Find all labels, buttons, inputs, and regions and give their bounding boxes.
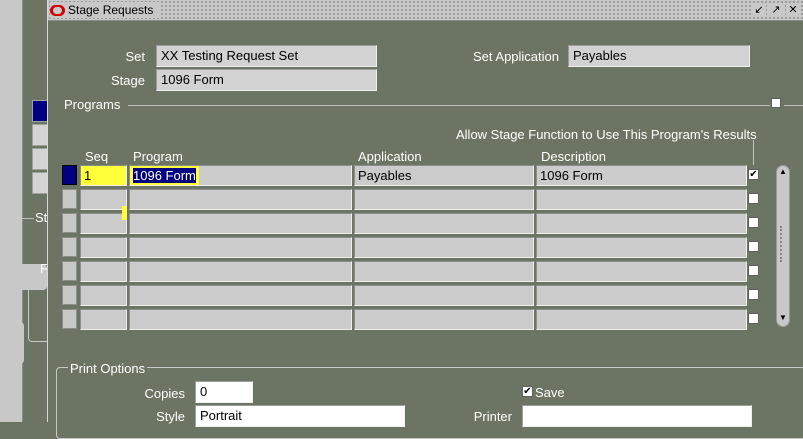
window-title: Stage Requests [68,3,154,17]
application-column-header: Application [358,149,422,164]
save-label: Save [535,385,565,400]
description-cell[interactable] [536,309,747,330]
description-cell[interactable]: 1096 Form [536,165,747,186]
application-cell[interactable] [354,237,534,258]
allow-column-connector [753,140,754,165]
set-field[interactable]: XX Testing Request Set [156,45,377,67]
row-selector[interactable] [62,261,77,281]
row-selector[interactable] [62,189,77,209]
background-stage-label: St [35,210,48,225]
minimize-icon[interactable]: ↙ [752,3,766,17]
scroll-up-icon[interactable]: ▲ [778,167,788,177]
set-application-field[interactable]: Payables [568,45,750,67]
application-cell[interactable] [354,261,534,282]
programs-divider-right [784,105,803,106]
set-application-label: Set Application [472,49,559,64]
program-cell[interactable] [129,261,352,282]
row-selector[interactable] [62,213,77,233]
program-cell[interactable] [129,189,352,210]
application-cell[interactable] [354,309,534,330]
allow-checkbox[interactable] [748,313,759,324]
background-divider [22,218,34,219]
allow-checkbox[interactable] [748,289,759,300]
allow-stage-function-label: Allow Stage Function to Use This Program… [456,127,757,142]
seq-cell[interactable] [80,261,127,282]
description-cell[interactable] [536,261,747,282]
allow-checkbox[interactable] [748,241,759,252]
description-cell[interactable] [536,285,747,306]
description-cell[interactable] [536,213,747,234]
allow-checkbox[interactable] [748,217,759,228]
programs-divider [128,105,770,106]
programs-section-label: Programs [64,97,121,112]
style-field[interactable]: Portrait [195,405,405,427]
row-selector[interactable] [62,165,77,185]
row-selector[interactable] [62,237,77,257]
application-cell[interactable] [354,213,534,234]
application-cell[interactable]: Payables [354,165,534,186]
print-options-frame [56,367,803,439]
program-cell[interactable] [129,213,352,234]
allow-checkbox[interactable] [748,265,759,276]
scroll-down-icon[interactable]: ▼ [778,313,788,323]
program-column-header: Program [133,149,183,164]
maximize-icon[interactable]: ↗ [769,3,783,17]
stage-requests-dialog: Stage Requests ↙ ↗ ✕ Set XX Testing Requ… [47,0,803,439]
print-options-label: Print Options [68,361,148,376]
application-cell[interactable] [354,189,534,210]
save-checkbox[interactable]: ✔ [522,386,533,397]
highlight-marker [122,206,127,220]
program-value: 1096 Form [133,168,196,183]
background-button[interactable] [2,322,24,364]
program-cell[interactable]: 1096 Form [129,165,352,186]
program-cell[interactable] [129,285,352,306]
description-column-header: Description [541,149,607,164]
close-icon[interactable]: ✕ [786,3,800,17]
program-cell[interactable] [129,237,352,258]
seq-value: 1 [84,168,92,183]
oracle-icon [50,4,65,16]
seq-cell[interactable] [80,237,127,258]
scroll-thumb-grip[interactable] [780,226,788,262]
copies-label: Copies [144,386,185,401]
application-cell[interactable] [354,285,534,306]
seq-column-header: Seq [85,149,109,164]
row-selector[interactable] [62,285,77,305]
title-label-wrap: Stage Requests [50,2,160,18]
allow-checkbox[interactable] [748,193,759,204]
stage-field[interactable]: 1096 Form [156,69,377,91]
stage-label: Stage [111,73,145,88]
row-selector[interactable] [62,309,77,329]
copies-field[interactable]: 0 [195,381,253,403]
description-cell[interactable] [536,189,747,210]
seq-cell[interactable]: 1 [80,165,127,186]
background-window: St F [0,0,60,422]
programs-expand-toggle[interactable] [771,98,781,108]
set-label: Set [125,49,145,64]
seq-cell[interactable] [80,189,127,210]
title-bar[interactable]: Stage Requests ↙ ↗ ✕ [48,0,803,21]
program-cell[interactable] [129,309,352,330]
printer-field[interactable] [522,405,752,427]
seq-cell[interactable] [80,309,127,330]
programs-scrollbar[interactable]: ▲ ▼ [776,165,790,327]
description-cell[interactable] [536,237,747,258]
allow-checkbox[interactable]: ✔ [748,169,759,180]
seq-cell[interactable] [80,285,127,306]
seq-cell[interactable] [80,213,127,234]
